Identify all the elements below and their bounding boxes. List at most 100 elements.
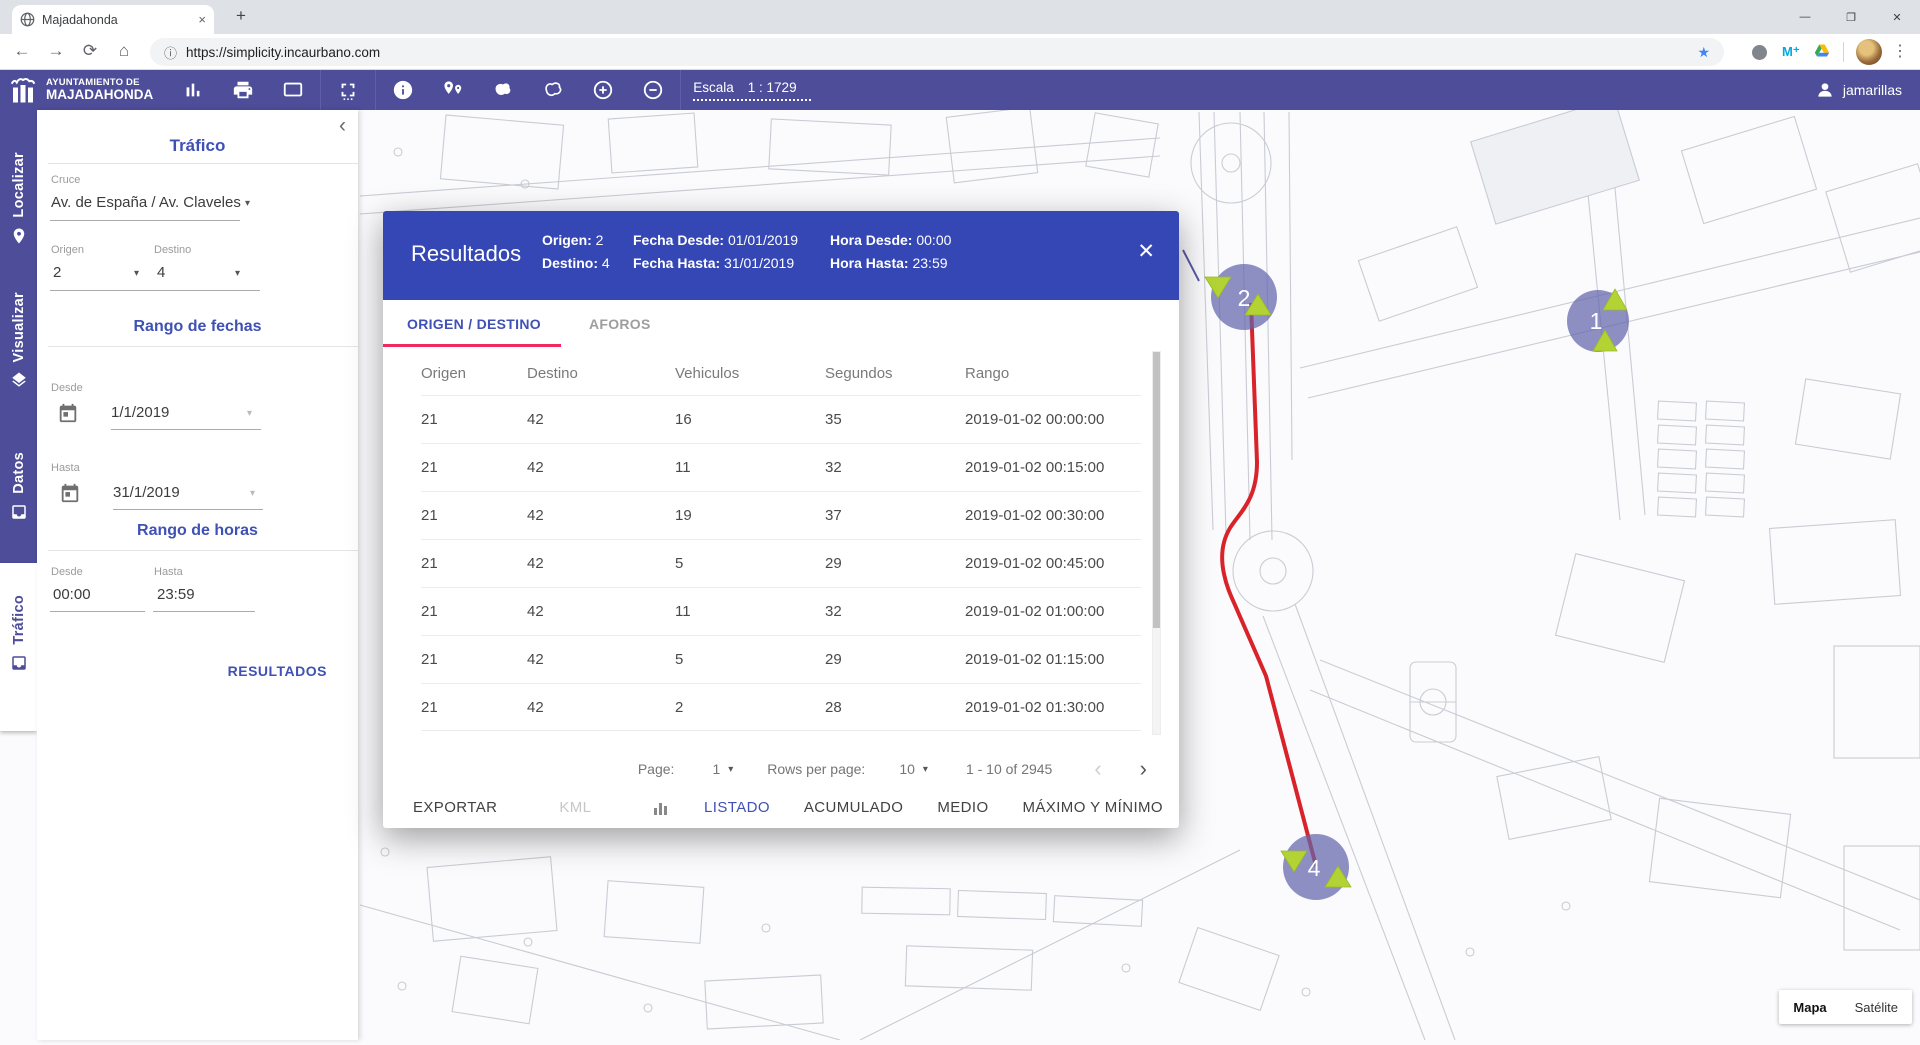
medio-button[interactable]: MEDIO (937, 799, 988, 816)
poi-pins-icon[interactable] (441, 78, 465, 102)
browser-profile-avatar[interactable] (1856, 39, 1882, 65)
table-row[interactable]: 21425292019-01-02 00:45:00 (421, 539, 1141, 587)
close-icon[interactable]: ✕ (1137, 239, 1155, 264)
sidebar-item-datos[interactable]: Datos (0, 452, 37, 521)
app-toolbar: AYUNTAMIENTO DE MAJADAHONDA Escala 1 : 17… (0, 70, 1920, 110)
bookmark-star-icon[interactable]: ★ (1697, 44, 1710, 61)
map-button[interactable]: Mapa (1779, 1000, 1840, 1015)
listado-button[interactable]: LISTADO (704, 799, 770, 816)
acumulado-button[interactable]: ACUMULADO (804, 799, 903, 816)
maximo-minimo-button[interactable]: MÁXIMO Y MÍNIMO (1023, 799, 1163, 816)
table-row[interactable]: 214211322019-01-02 00:15:00 (421, 443, 1141, 491)
chevron-down-icon[interactable]: ▾ (134, 268, 139, 279)
modal-title: Resultados (411, 241, 521, 267)
user-menu[interactable]: jamarillas (1815, 80, 1902, 100)
reload-icon[interactable]: ⟳ (78, 41, 102, 61)
print-icon[interactable] (231, 78, 255, 102)
page-select[interactable]: 1 (712, 761, 720, 777)
origen-select[interactable]: 2 (53, 264, 61, 281)
tab-close-icon[interactable]: × (198, 12, 206, 27)
layers-icon (10, 371, 28, 389)
fecha-desde-input[interactable]: 1/1/2019 (111, 404, 169, 421)
extension-icon[interactable] (1752, 45, 1767, 60)
rows-per-page-select[interactable]: 10 (899, 761, 915, 777)
resultados-modal: Resultados Origen: 2 Fecha Desde: 01/01/… (383, 211, 1179, 828)
username: jamarillas (1843, 82, 1902, 98)
m-plus-extension-icon[interactable]: M⁺ (1782, 44, 1800, 60)
chart-icon[interactable] (653, 800, 669, 816)
hora-hasta-input[interactable]: 23:59 (157, 586, 195, 603)
destino-select[interactable]: 4 (157, 264, 165, 281)
cruce-select[interactable]: Av. de España / Av. Claveles (51, 194, 241, 211)
horas-heading: Rango de horas (37, 522, 358, 540)
fullscreen-extent-icon[interactable] (336, 78, 360, 102)
chevron-down-icon[interactable]: ▾ (728, 764, 733, 775)
table-row[interactable]: 214211322019-01-02 01:00:00 (421, 587, 1141, 635)
forward-icon[interactable]: → (44, 41, 68, 61)
next-page-icon[interactable]: › (1140, 758, 1147, 780)
scale-label: Escala (693, 80, 734, 95)
exportar-button[interactable]: EXPORTAR (413, 799, 497, 816)
statistics-icon[interactable] (181, 78, 205, 102)
browser-tab[interactable]: Majadahonda × (12, 5, 214, 34)
cruce-label: Cruce (51, 174, 80, 186)
sidebar-item-trafico[interactable]: Tráfico (0, 595, 37, 672)
collapse-panel-icon[interactable]: ‹ (339, 114, 346, 138)
sidebar-item-visualizar[interactable]: Visualizar (0, 292, 37, 389)
modal-footer: EXPORTAR KML LISTADO ACUMULADO MEDIO MÁX… (383, 787, 1179, 828)
resultados-button[interactable]: RESULTADOS (228, 663, 327, 679)
previous-page-icon: ‹ (1094, 758, 1101, 780)
screen-icon[interactable] (281, 78, 305, 102)
map-type-control: Mapa Satélite (1779, 990, 1912, 1024)
table-row[interactable]: 21422282019-01-02 01:30:00 (421, 683, 1141, 731)
sidebar-item-localizar[interactable]: Localizar (0, 152, 37, 245)
org-name: AYUNTAMIENTO DE MAJADAHONDA (46, 78, 153, 102)
new-tab-button[interactable]: + (228, 6, 254, 26)
satellite-button[interactable]: Satélite (1841, 1000, 1912, 1015)
table-row[interactable]: 214219372019-01-02 00:30:00 (421, 491, 1141, 539)
marker-label: 1 (1590, 308, 1603, 334)
fecha-hasta-input[interactable]: 31/1/2019 (113, 484, 180, 501)
back-icon[interactable]: ← (10, 41, 34, 61)
home-icon[interactable]: ⌂ (112, 41, 136, 61)
window-minimize-button[interactable]: — (1782, 0, 1828, 34)
tab-aforos[interactable]: AFOROS (565, 316, 675, 332)
divider (680, 70, 681, 110)
zoom-in-icon[interactable] (591, 78, 615, 102)
area-outline-icon[interactable] (541, 78, 565, 102)
url-bar[interactable]: ⓘ https://simplicity.incaurbano.com ★ (150, 38, 1724, 66)
page-label: Page: (638, 761, 675, 777)
area-fill-icon[interactable] (491, 78, 515, 102)
chevron-down-icon[interactable]: ▾ (235, 268, 240, 279)
page-info-icon[interactable]: ⓘ (164, 43, 177, 62)
map-marker-4[interactable]: 4 (1281, 834, 1351, 900)
chevron-down-icon[interactable]: ▾ (245, 198, 250, 209)
map-marker-1[interactable]: 1 (1567, 289, 1629, 352)
info-icon[interactable] (391, 78, 415, 102)
rows-per-page-label: Rows per page: (767, 761, 865, 777)
window-close-button[interactable]: ✕ (1874, 0, 1920, 34)
zoom-out-icon[interactable] (641, 78, 665, 102)
user-icon (1815, 80, 1835, 100)
calendar-icon[interactable] (59, 482, 81, 504)
marker-label: 4 (1308, 855, 1321, 881)
origen-label: Origen (51, 244, 84, 256)
map-marker-2[interactable]: 2 (1205, 264, 1277, 330)
table-row[interactable]: 214216352019-01-02 00:00:00 (421, 395, 1141, 443)
table-row[interactable]: 21425292019-01-02 01:15:00 (421, 635, 1141, 683)
chevron-down-icon[interactable]: ▾ (247, 408, 252, 419)
browser-menu-icon[interactable]: ⋮ (1892, 41, 1908, 61)
tab-origen-destino[interactable]: ORIGEN / DESTINO (383, 316, 565, 332)
scale-value: 1 : 1729 (748, 80, 797, 95)
active-tab-underline (383, 344, 561, 347)
chevron-down-icon[interactable]: ▾ (250, 488, 255, 499)
chevron-down-icon[interactable]: ▾ (923, 764, 928, 775)
window-restore-button[interactable]: ❐ (1828, 0, 1874, 34)
pin-icon (10, 227, 28, 245)
fechas-heading: Rango de fechas (37, 318, 358, 336)
drive-extension-icon[interactable] (1814, 44, 1830, 59)
table-scrollbar[interactable] (1152, 351, 1161, 735)
scrollbar-thumb[interactable] (1153, 352, 1160, 628)
calendar-icon[interactable] (57, 402, 79, 424)
hora-desde-input[interactable]: 00:00 (53, 586, 91, 603)
